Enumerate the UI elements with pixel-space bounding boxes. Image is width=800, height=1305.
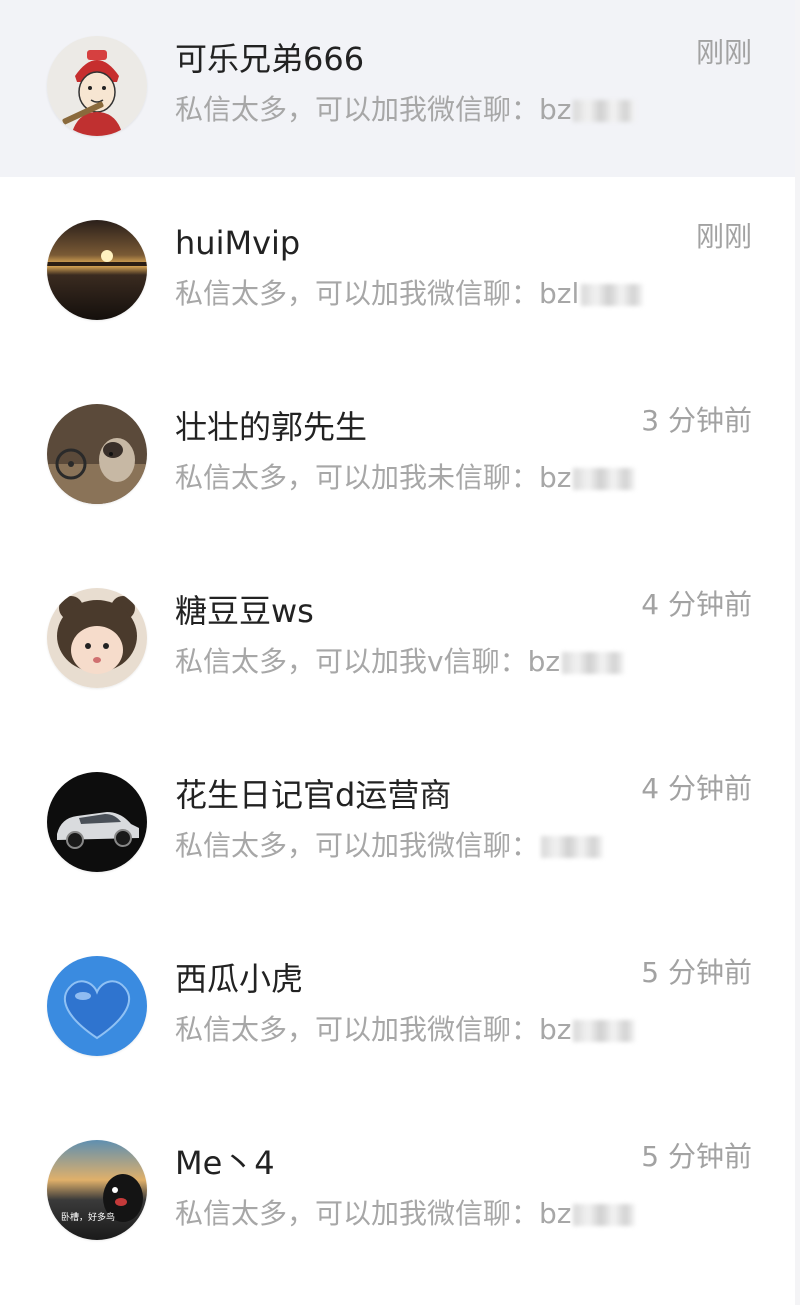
message-preview: 私信太多，可以加我微信聊：bz	[175, 90, 675, 130]
timestamp: 4 分钟前	[641, 772, 752, 805]
message-preview-text: 私信太多，可以加我微信聊：bzl	[175, 277, 580, 310]
message-preview: 私信太多，可以加我v信聊：bz	[175, 642, 675, 682]
conversation-row[interactable]: 可乐兄弟666 刚刚 私信太多，可以加我微信聊：bz	[0, 0, 795, 177]
message-preview-text: 私信太多，可以加我微信聊：bz	[175, 1013, 572, 1046]
message-preview-text: 私信太多，可以加我微信聊：bz	[175, 93, 572, 126]
conversation-row[interactable]: 花生日记官d运营商 4 分钟前 私信太多，可以加我微信聊：	[0, 736, 795, 920]
message-preview-text: 私信太多，可以加我微信聊：bz	[175, 1197, 572, 1230]
conversation-row[interactable]: huiMvip 刚刚 私信太多，可以加我微信聊：bzl	[0, 184, 795, 368]
baby-bear-hat-avatar[interactable]	[47, 588, 147, 688]
car-avatar[interactable]	[47, 772, 147, 872]
avatar-caption: 卧槽，好多鸟	[61, 1211, 115, 1223]
message-preview-text: 私信太多，可以加我微信聊：	[175, 829, 540, 862]
contact-name: 可乐兄弟666	[175, 40, 365, 78]
timestamp: 5 分钟前	[641, 1140, 752, 1173]
timestamp: 3 分钟前	[641, 404, 752, 437]
contact-name: Me丶4	[175, 1144, 275, 1182]
sunset-avatar[interactable]	[47, 220, 147, 320]
bear-sunset-avatar[interactable]: 卧槽，好多鸟	[47, 1140, 147, 1240]
scrollbar-track[interactable]	[795, 0, 800, 1305]
timestamp: 4 分钟前	[641, 588, 752, 621]
message-preview-text: 私信太多，可以加我未信聊：bz	[175, 461, 572, 494]
message-preview: 私信太多，可以加我微信聊：bz	[175, 1010, 675, 1050]
contact-name: 花生日记官d运营商	[175, 776, 452, 814]
message-preview: 私信太多，可以加我未信聊：bz	[175, 458, 675, 498]
redacted-text	[573, 100, 636, 122]
blue-heart-avatar[interactable]	[47, 956, 147, 1056]
redacted-text	[573, 468, 636, 490]
message-preview: 私信太多，可以加我微信聊：bzl	[175, 274, 675, 314]
contact-name: 西瓜小虎	[175, 960, 304, 998]
cartoon-character-avatar[interactable]	[47, 36, 147, 136]
timestamp: 刚刚	[695, 36, 752, 69]
contact-name: huiMvip	[175, 224, 301, 262]
redacted-text	[573, 1204, 636, 1226]
message-list: 可乐兄弟666 刚刚 私信太多，可以加我微信聊：bz huiMvip 刚刚 私信…	[0, 0, 800, 1305]
timestamp: 刚刚	[695, 220, 752, 253]
message-preview: 私信太多，可以加我微信聊：	[175, 826, 675, 866]
timestamp: 5 分钟前	[641, 956, 752, 989]
contact-name: 壮壮的郭先生	[175, 408, 368, 446]
redacted-text	[541, 836, 604, 858]
message-preview: 私信太多，可以加我微信聊：bz	[175, 1194, 675, 1234]
message-preview-text: 私信太多，可以加我v信聊：bz	[175, 645, 561, 678]
contact-name: 糖豆豆ws	[175, 592, 314, 630]
redacted-text	[581, 284, 644, 306]
conversation-row[interactable]: 糖豆豆ws 4 分钟前 私信太多，可以加我v信聊：bz	[0, 552, 795, 736]
conversation-row[interactable]: 西瓜小虎 5 分钟前 私信太多，可以加我微信聊：bz	[0, 920, 795, 1104]
redacted-text	[573, 1020, 636, 1042]
conversation-row[interactable]: 壮壮的郭先生 3 分钟前 私信太多，可以加我未信聊：bz	[0, 368, 795, 552]
conversation-row[interactable]: 卧槽，好多鸟 Me丶4 5 分钟前 私信太多，可以加我微信聊：bz	[0, 1104, 795, 1288]
redacted-text	[562, 652, 625, 674]
dog-bicycle-avatar[interactable]	[47, 404, 147, 504]
